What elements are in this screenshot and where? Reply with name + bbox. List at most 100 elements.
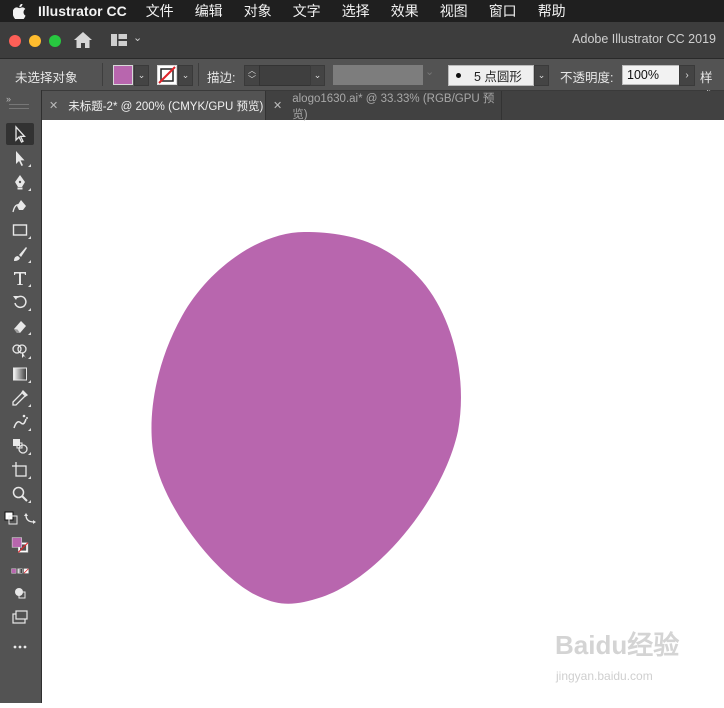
edit-toolbar-button[interactable] <box>6 636 34 658</box>
chevron-down-icon[interactable]: ⌄ <box>425 65 434 78</box>
tool-group-indicator <box>28 476 31 479</box>
eraser-icon <box>14 321 26 333</box>
tool-group-indicator <box>28 428 31 431</box>
window-title: Adobe Illustrator CC 2019 <box>572 32 716 46</box>
tab-label: 未标题-2* @ 200% (CMYK/GPU 预览) <box>68 100 264 113</box>
selection-tool[interactable] <box>6 123 34 145</box>
direct-selection-tool[interactable] <box>6 147 34 169</box>
eraser-tool[interactable] <box>6 315 34 337</box>
stroke-color-swatch[interactable] <box>157 65 177 85</box>
tool-group-indicator <box>28 236 31 239</box>
color-mode-buttons[interactable] <box>4 564 36 578</box>
apple-icon[interactable] <box>0 3 38 19</box>
color-gradient-none-icon <box>11 568 29 574</box>
paintbrush-tool[interactable] <box>6 243 34 265</box>
close-icon[interactable]: ✕ <box>273 99 282 112</box>
app-menu[interactable]: Illustrator CC <box>38 3 127 19</box>
drawing-mode-button[interactable] <box>6 582 34 604</box>
rotate-icon <box>13 295 27 309</box>
application-bar: ⌄ Adobe Illustrator CC 2019 <box>0 22 724 59</box>
stroke-dropdown-button[interactable]: ⌄ <box>178 65 193 86</box>
type-tool[interactable] <box>6 267 34 289</box>
window-close-button[interactable] <box>9 35 21 47</box>
screen-mode-button[interactable] <box>6 606 34 628</box>
artwork-svg <box>151 232 461 604</box>
brush-definition-select[interactable]: 5 点圆形 <box>448 65 534 86</box>
divider <box>102 63 103 86</box>
stroke-weight-label: 描边: <box>207 71 236 85</box>
home-icon[interactable] <box>73 31 93 49</box>
more-dots-icon <box>13 645 27 649</box>
curvature-tool[interactable] <box>6 195 34 217</box>
blend-tool[interactable] <box>6 435 34 457</box>
default-fill-stroke-button[interactable] <box>2 509 20 527</box>
tool-group-indicator <box>28 284 31 287</box>
window-minimize-button[interactable] <box>29 35 41 47</box>
artboard-canvas[interactable] <box>42 121 724 703</box>
menu-effect[interactable]: 效果 <box>391 1 419 21</box>
menu-help[interactable]: 帮助 <box>538 1 566 21</box>
pen-icon <box>15 175 25 190</box>
tools-panel: ›› <box>0 90 42 703</box>
fill-stroke-swatches[interactable] <box>4 530 36 560</box>
opacity-input[interactable]: 100% <box>622 65 682 85</box>
zoom-magnifier-icon <box>12 486 28 502</box>
menu-file[interactable]: 文件 <box>146 1 174 21</box>
artboard-icon <box>12 462 27 477</box>
close-icon[interactable]: ✕ <box>49 99 58 112</box>
fill-dropdown-button[interactable]: ⌄ <box>134 65 149 86</box>
tab-alogo1630[interactable]: ✕ alogo1630.ai* @ 33.33% (RGB/GPU 预览) <box>266 91 502 121</box>
tab-label: alogo1630.ai* @ 33.33% (RGB/GPU 预览) <box>292 92 495 121</box>
swap-fill-stroke-button[interactable] <box>22 509 40 527</box>
screen-mode-icon <box>12 610 28 624</box>
stroke-weight-dropdown[interactable]: ⌄ <box>310 65 325 86</box>
menu-type[interactable]: 文字 <box>293 1 321 21</box>
gradient-icon <box>13 367 27 381</box>
tool-group-indicator <box>28 332 31 335</box>
watermark-brand: Baidu经验 <box>555 630 680 660</box>
opacity-flyout-button[interactable]: › <box>679 65 695 86</box>
eyedropper-tool[interactable] <box>6 387 34 409</box>
selection-arrow-icon <box>15 125 26 143</box>
stroke-weight-spinner[interactable]: ︿ ﹀ <box>244 65 260 86</box>
tool-group-indicator <box>28 308 31 311</box>
artboard-tool[interactable] <box>6 459 34 481</box>
fill-stroke-swatch-icon <box>11 537 29 553</box>
variable-width-profile[interactable] <box>333 65 423 85</box>
workspace-layout-icon[interactable] <box>111 33 127 46</box>
tool-group-indicator <box>28 452 31 455</box>
zoom-tool[interactable] <box>6 483 34 505</box>
panel-grip[interactable] <box>9 104 29 109</box>
menu-window[interactable]: 窗口 <box>489 1 517 21</box>
brush-label: 5 点圆形 <box>474 70 522 84</box>
balloon-shape[interactable] <box>151 232 461 604</box>
menu-object[interactable]: 对象 <box>244 1 272 21</box>
brush-dropdown-button[interactable]: ⌄ <box>534 65 549 86</box>
rotate-tool[interactable] <box>6 291 34 313</box>
selection-status: 未选择对象 <box>15 71 78 85</box>
collapse-icon[interactable]: ›› <box>6 94 11 104</box>
menu-edit[interactable]: 编辑 <box>195 1 223 21</box>
chevron-down-icon[interactable]: ⌄ <box>133 31 142 44</box>
tab-untitled-2[interactable]: ✕ 未标题-2* @ 200% (CMYK/GPU 预览) <box>42 91 266 120</box>
window-zoom-button[interactable] <box>49 35 61 47</box>
curvature-pen-icon <box>12 200 26 213</box>
divider <box>198 63 199 86</box>
opacity-label[interactable]: 不透明度: <box>560 67 613 86</box>
pen-tool[interactable] <box>6 171 34 193</box>
gradient-tool[interactable] <box>6 363 34 385</box>
stroke-weight-input[interactable] <box>259 65 311 86</box>
shape-builder-tool[interactable] <box>6 339 34 361</box>
symbol-sprayer-icon <box>13 414 28 429</box>
menu-select[interactable]: 选择 <box>342 1 370 21</box>
symbol-sprayer-tool[interactable] <box>6 411 34 433</box>
rectangle-tool[interactable] <box>6 219 34 241</box>
tool-group-indicator <box>28 380 31 383</box>
watermark-url: jingyan.baidu.com <box>556 669 653 683</box>
fill-color-swatch[interactable] <box>113 65 133 85</box>
rectangle-icon <box>12 224 28 236</box>
type-t-icon <box>14 272 26 285</box>
tool-group-indicator <box>28 164 31 167</box>
system-menubar: Illustrator CC 文件 编辑 对象 文字 选择 效果 视图 窗口 帮… <box>0 0 724 22</box>
menu-view[interactable]: 视图 <box>440 1 468 21</box>
